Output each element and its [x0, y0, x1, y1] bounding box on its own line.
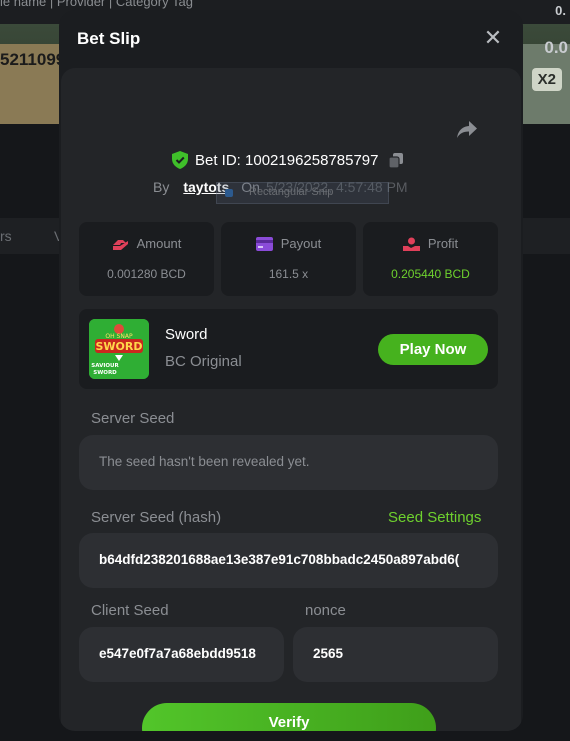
- share-icon[interactable]: [456, 120, 478, 140]
- background-tab-left: rs: [0, 228, 12, 244]
- close-icon[interactable]: ✕: [483, 27, 503, 49]
- bet-id-row: Bet ID: 1002196258785797: [172, 150, 403, 170]
- thumb-line-3: SAVIOUR: [91, 363, 119, 369]
- payout-stat: Payout 161.5 x: [221, 222, 356, 296]
- sword-game-thumbnail: OH SNAP SWORD SAVIOUR SWORD: [89, 319, 149, 379]
- play-now-button[interactable]: Play Now: [378, 334, 488, 365]
- nonce-value: 2565: [313, 646, 344, 661]
- game-thumbnail-art: OH SNAP SWORD SAVIOUR SWORD: [89, 319, 149, 379]
- client-seed-label: Client Seed: [91, 602, 169, 619]
- profit-value: 0.205440 BCD: [391, 267, 470, 281]
- background-topbar-text: le name | Provider | Category Tag: [0, 0, 193, 9]
- seed-settings-link[interactable]: Seed Settings: [388, 509, 481, 526]
- by-label: By: [153, 179, 170, 195]
- profit-icon: [402, 237, 420, 251]
- nonce-label: nonce: [305, 602, 346, 619]
- snip-overlay-text: Rectangular Snip: [249, 186, 334, 198]
- server-seed-label: Server Seed: [91, 410, 175, 427]
- snip-overlay: Rectangular Snip: [216, 182, 389, 204]
- banner-right-value: 0.0: [544, 38, 568, 57]
- thumb-line-1: OH SNAP: [105, 333, 133, 340]
- verified-shield-icon: [172, 151, 188, 169]
- snip-icon: [225, 189, 233, 197]
- banner-multiplier-badge: X2: [531, 68, 562, 91]
- banner-left-number: 5211099: [0, 50, 66, 69]
- profit-stat: Profit 0.205440 BCD: [363, 222, 498, 296]
- server-seed-field[interactable]: The seed hasn't been revealed yet.: [79, 435, 498, 490]
- bet-slip-modal: Bet Slip ✕ Bet ID: 1002196258785797 By t…: [59, 10, 523, 731]
- verify-button[interactable]: Verify: [142, 703, 436, 731]
- nonce-field[interactable]: 2565: [293, 627, 498, 682]
- modal-title: Bet Slip: [77, 29, 141, 48]
- client-seed-value: e547e0f7a7a68ebdd9518: [99, 646, 256, 661]
- client-seed-field[interactable]: e547e0f7a7a68ebdd9518: [79, 627, 284, 682]
- thumb-line-2: SWORD: [95, 340, 142, 353]
- amount-value: 0.001280 BCD: [107, 267, 186, 281]
- server-seed-hash-field[interactable]: b64dfd238201688ae13e387e91c708bbadc2450a…: [79, 533, 498, 588]
- verify-label: Verify: [268, 714, 310, 731]
- amount-label: Amount: [136, 236, 182, 251]
- payout-icon: [255, 236, 273, 251]
- amount-icon: [112, 239, 128, 250]
- payout-value: 161.5 x: [268, 267, 309, 281]
- payout-label: Payout: [280, 236, 322, 251]
- thumb-line-4: SWORD: [93, 370, 117, 376]
- server-seed-value: The seed hasn't been revealed yet.: [99, 454, 310, 469]
- modal-header: Bet Slip ✕: [59, 10, 523, 68]
- server-seed-hash-value: b64dfd238201688ae13e387e91c708bbadc2450a…: [99, 552, 460, 567]
- bet-id-label: Bet ID: 1002196258785797: [195, 151, 379, 169]
- game-subtitle: BC Original: [165, 353, 242, 370]
- server-seed-hash-label: Server Seed (hash): [91, 509, 222, 526]
- profit-label: Profit: [427, 236, 459, 251]
- amount-stat: Amount 0.001280 BCD: [79, 222, 214, 296]
- game-name: Sword: [165, 326, 208, 343]
- game-card: OH SNAP SWORD SAVIOUR SWORD Sword BC Ori…: [79, 309, 498, 389]
- copy-icon[interactable]: [388, 152, 403, 168]
- modal-body: Bet ID: 1002196258785797 By taytots On 5…: [61, 68, 521, 731]
- background-topbar-value: 0.: [555, 3, 566, 18]
